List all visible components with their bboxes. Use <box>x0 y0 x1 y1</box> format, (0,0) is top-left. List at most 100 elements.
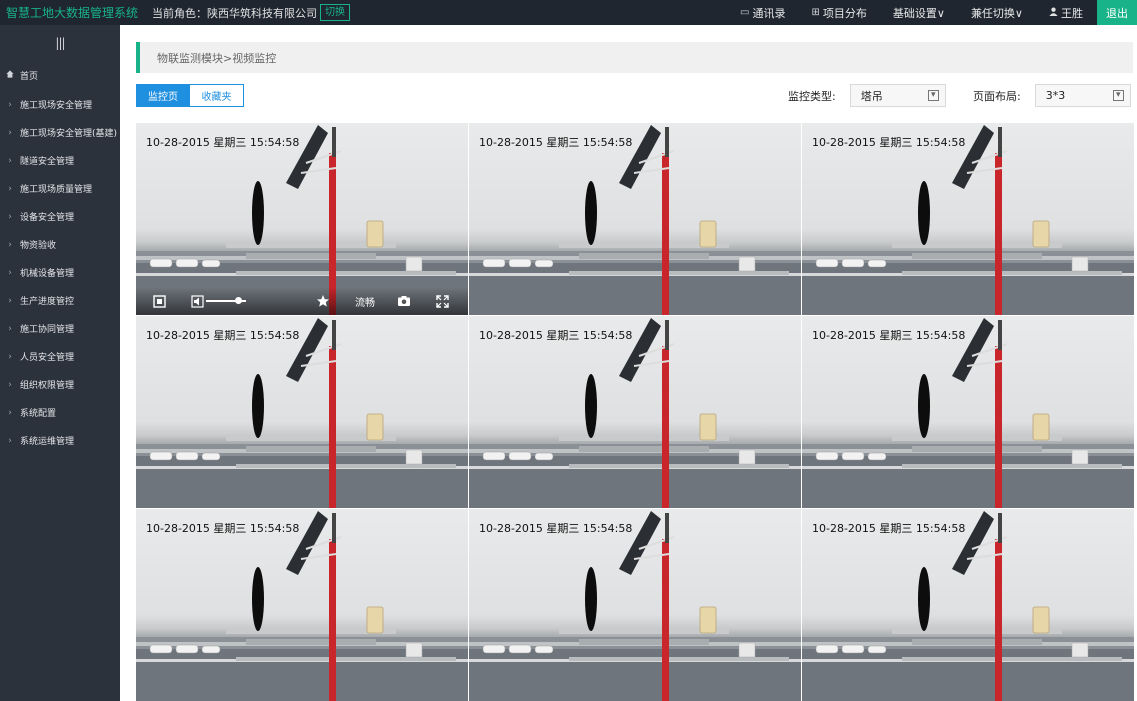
video-timestamp: 10-28-2015 星期三 15:54:58 <box>479 329 633 342</box>
volume-knob[interactable] <box>235 297 242 304</box>
camera-scene <box>469 318 801 508</box>
sitemap-icon: ⊞ <box>811 7 820 18</box>
nav-concurrent-switch[interactable]: 兼任切换∨ <box>971 5 1023 21</box>
chevron-right-icon: › <box>8 267 12 278</box>
tab-monitor[interactable]: 监控页 <box>136 84 190 107</box>
sidebar-item-site-quality[interactable]: › 施工现场质量管理 <box>0 175 120 203</box>
video-timestamp: 10-28-2015 星期三 15:54:58 <box>812 522 966 535</box>
camera-scene <box>802 511 1134 701</box>
sidebar-item-home[interactable]: 首页 <box>0 61 120 91</box>
video-feed-1[interactable]: 10-28-2015 星期三 15:54:58 流畅 <box>136 123 468 315</box>
video-feed-3[interactable]: 10-28-2015 星期三 15:54:58 <box>802 123 1134 315</box>
nav-project-distribution-label: 项目分布 <box>822 6 867 20</box>
layout-label: 页面布局: <box>973 89 1021 103</box>
top-nav: ▭ 通讯录 ⊞ 项目分布 基础设置∨ 兼任切换∨ 王胜 退出 <box>714 0 1137 25</box>
camera-scene <box>802 125 1134 315</box>
layout-select[interactable]: 3*3 ▾ <box>1034 84 1131 107</box>
user-name: 王胜 <box>1061 6 1083 20</box>
camera-scene <box>469 511 801 701</box>
video-timestamp: 10-28-2015 星期三 15:54:58 <box>146 522 300 535</box>
chevron-right-icon: › <box>8 211 12 222</box>
sidebar-item-permissions[interactable]: › 组织权限管理 <box>0 371 120 399</box>
sidebar-item-progress[interactable]: › 生产进度管控 <box>0 287 120 315</box>
camera-scene <box>136 318 468 508</box>
sidebar-item-personnel-safety[interactable]: › 人员安全管理 <box>0 343 120 371</box>
app-title: 智慧工地大数据管理系统 <box>6 6 139 20</box>
monitor-type-value: 塔吊 <box>860 89 883 103</box>
camera-scene <box>802 318 1134 508</box>
top-bar: 智慧工地大数据管理系统 当前角色：陕西华筑科技有限公司 切换 ▭ 通讯录 ⊞ 项… <box>0 0 1137 25</box>
chat-icon: ▭ <box>740 7 750 18</box>
logout-button[interactable]: 退出 <box>1097 0 1137 25</box>
switch-role-button[interactable]: 切换 <box>320 4 350 21</box>
nav-user[interactable]: 王胜 <box>1049 5 1083 21</box>
dropdown-icon: ▾ <box>1112 90 1124 101</box>
video-timestamp: 10-28-2015 星期三 15:54:58 <box>479 522 633 535</box>
sidebar-item-label: 首页 <box>20 72 39 82</box>
chevron-right-icon: › <box>8 379 12 390</box>
chevron-right-icon: › <box>8 99 12 110</box>
sidebar-item-label: 施工协同管理 <box>20 325 75 335</box>
video-timestamp: 10-28-2015 星期三 15:54:58 <box>146 136 300 149</box>
sidebar-item-collaboration[interactable]: › 施工协同管理 <box>0 315 120 343</box>
nav-contacts-label: 通讯录 <box>752 6 786 20</box>
video-grid: 10-28-2015 星期三 15:54:58 流畅 10-28-2015 星期… <box>136 123 1134 701</box>
nav-contacts[interactable]: ▭ 通讯录 <box>740 5 785 21</box>
sidebar-item-equipment-safety[interactable]: › 设备安全管理 <box>0 203 120 231</box>
view-tabs: 监控页 收藏夹 <box>136 84 244 107</box>
volume-icon[interactable] <box>190 294 204 308</box>
chevron-right-icon: › <box>8 239 12 250</box>
chevron-right-icon: › <box>8 155 12 166</box>
user-icon <box>1049 7 1058 19</box>
chevron-right-icon: › <box>8 323 12 334</box>
expand-icon[interactable] <box>435 294 449 308</box>
monitor-type-select[interactable]: 塔吊 ▾ <box>849 84 946 107</box>
sidebar-item-site-safety-infra[interactable]: › 施工现场安全管理(基建) <box>0 119 120 147</box>
sidebar-item-material-acceptance[interactable]: › 物资验收 <box>0 231 120 259</box>
sidebar-item-machinery[interactable]: › 机械设备管理 <box>0 259 120 287</box>
video-feed-4[interactable]: 10-28-2015 星期三 15:54:58 <box>136 316 468 508</box>
video-timestamp: 10-28-2015 星期三 15:54:58 <box>146 329 300 342</box>
nav-project-distribution[interactable]: ⊞ 项目分布 <box>811 5 866 21</box>
sidebar-item-label: 组织权限管理 <box>20 381 75 391</box>
nav-basic-settings[interactable]: 基础设置∨ <box>893 5 945 21</box>
sidebar-item-site-safety[interactable]: › 施工现场安全管理 <box>0 91 120 119</box>
monitor-type-filter: 监控类型: 塔吊 ▾ <box>788 84 946 107</box>
sidebar-item-label: 人员安全管理 <box>20 353 75 363</box>
dropdown-icon: ▾ <box>927 90 939 101</box>
chevron-right-icon: › <box>8 183 12 194</box>
chevron-right-icon: › <box>8 295 12 306</box>
role-label: 当前角色：陕西华筑科技有限公司 <box>152 6 317 20</box>
video-feed-9[interactable]: 10-28-2015 星期三 15:54:58 <box>802 509 1134 701</box>
breadcrumb-text: 物联监测模块>视频监控 <box>157 51 277 65</box>
nav-concurrent-switch-label: 兼任切换∨ <box>970 6 1023 20</box>
breadcrumb: 物联监测模块>视频监控 <box>136 42 1133 73</box>
quality-button[interactable]: 流畅 <box>355 294 375 309</box>
camera-scene <box>469 125 801 315</box>
tab-favorites[interactable]: 收藏夹 <box>190 84 244 107</box>
player-controls: 流畅 <box>136 287 468 315</box>
sidebar-item-label: 系统配置 <box>20 409 57 419</box>
video-feed-8[interactable]: 10-28-2015 星期三 15:54:58 <box>469 509 801 701</box>
video-timestamp: 10-28-2015 星期三 15:54:58 <box>812 136 966 149</box>
video-feed-7[interactable]: 10-28-2015 星期三 15:54:58 <box>136 509 468 701</box>
fullscreen-exit-icon[interactable] <box>152 294 166 308</box>
camera-icon[interactable] <box>397 295 411 307</box>
current-role: 当前角色：陕西华筑科技有限公司 切换 <box>152 4 350 21</box>
sidebar-item-ops[interactable]: › 系统运维管理 <box>0 427 120 455</box>
nav-basic-settings-label: 基础设置∨ <box>892 6 945 20</box>
video-feed-5[interactable]: 10-28-2015 星期三 15:54:58 <box>469 316 801 508</box>
layout-value: 3*3 <box>1045 89 1066 102</box>
volume-slider[interactable] <box>206 297 246 304</box>
star-icon[interactable] <box>316 294 330 308</box>
sidebar-item-label: 物资验收 <box>20 241 57 251</box>
sidebar-item-label: 机械设备管理 <box>20 269 75 279</box>
sidebar-item-label: 施工现场安全管理(基建) <box>20 129 118 139</box>
sidebar-item-label: 隧道安全管理 <box>20 157 75 167</box>
sidebar-item-tunnel-safety[interactable]: › 隧道安全管理 <box>0 147 120 175</box>
sidebar-item-label: 生产进度管控 <box>20 297 75 307</box>
video-feed-2[interactable]: 10-28-2015 星期三 15:54:58 <box>469 123 801 315</box>
video-feed-6[interactable]: 10-28-2015 星期三 15:54:58 <box>802 316 1134 508</box>
sidebar-item-system-config[interactable]: › 系统配置 <box>0 399 120 427</box>
menu-icon[interactable]: ||| <box>0 25 120 61</box>
